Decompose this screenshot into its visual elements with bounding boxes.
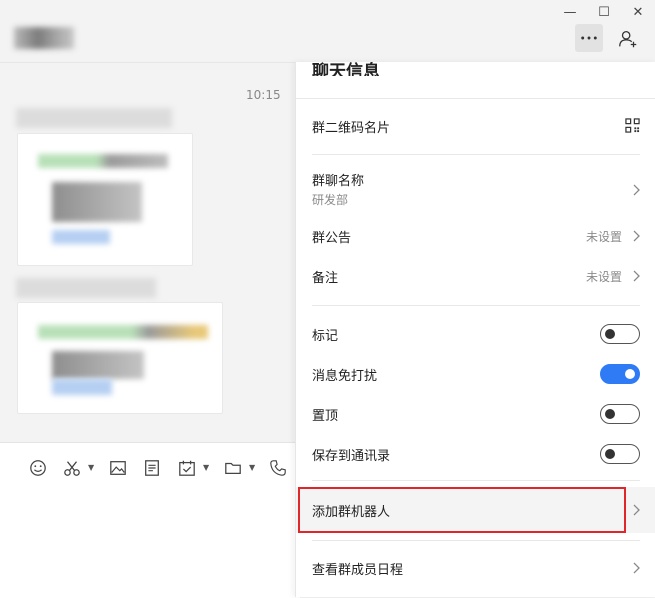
announcement-row[interactable]: 群公告 未设置	[296, 222, 655, 250]
qr-code-icon[interactable]	[625, 118, 640, 133]
mark-toggle[interactable]	[600, 324, 640, 344]
scissors-icon[interactable]	[61, 457, 83, 479]
chat-name-blurred	[14, 27, 76, 49]
toggle-row-mark: 标记	[296, 320, 655, 348]
toggle-row-pin: 置顶	[296, 400, 655, 428]
save-contacts-label: 保存到通讯录	[312, 448, 391, 464]
chevron-right-icon	[633, 504, 640, 516]
divider	[312, 480, 640, 481]
member-schedule-label: 查看群成员日程	[312, 562, 404, 578]
image-icon[interactable]	[107, 457, 129, 479]
mute-toggle[interactable]	[600, 364, 640, 384]
message-card[interactable]	[17, 133, 193, 266]
pin-label: 置顶	[312, 408, 339, 424]
maximize-button[interactable]: ☐	[587, 0, 621, 24]
remark-value: 未设置	[585, 269, 622, 284]
toggle-row-save-contacts: 保存到通讯录	[296, 440, 655, 468]
message-timestamp: 10:15	[246, 88, 281, 102]
remark-label: 备注	[312, 270, 339, 286]
folder-icon[interactable]	[222, 457, 244, 479]
minimize-button[interactable]: —	[553, 0, 587, 24]
divider	[296, 98, 655, 99]
add-group-robot-label: 添加群机器人	[312, 504, 391, 520]
group-qr-card-label: 群二维码名片	[312, 120, 391, 136]
member-schedule-row[interactable]: 查看群成员日程	[296, 554, 655, 582]
divider	[312, 540, 640, 541]
window-controls: — ☐ ✕	[553, 0, 655, 24]
announcement-value: 未设置	[585, 229, 622, 244]
chat-info-panel: 聊天信息 群二维码名片 群聊名称 研发部 群公告 未设置 备注 未设置 标记 消…	[295, 62, 655, 597]
calendar-check-icon[interactable]	[176, 457, 198, 479]
chevron-down-icon[interactable]: ▼	[88, 463, 94, 472]
chevron-right-icon	[633, 562, 640, 574]
save-contacts-toggle[interactable]	[600, 444, 640, 464]
header-divider	[0, 62, 295, 63]
message-card-2[interactable]	[17, 302, 223, 414]
group-name-value: 研发部	[312, 193, 349, 207]
toggle-row-mute: 消息免打扰	[296, 360, 655, 388]
add-group-robot-row[interactable]: 添加群机器人	[296, 487, 655, 533]
mute-label: 消息免打扰	[312, 368, 378, 384]
group-qr-card-row[interactable]: 群二维码名片	[296, 110, 655, 142]
divider	[312, 154, 640, 155]
phone-icon[interactable]	[267, 457, 289, 479]
divider	[312, 305, 640, 306]
group-name-label: 群聊名称	[312, 174, 365, 189]
mark-label: 标记	[312, 328, 339, 344]
add-member-button[interactable]	[615, 26, 641, 52]
chevron-right-icon	[633, 230, 640, 242]
message-composer[interactable]: ▼ ▼ ▼	[0, 442, 300, 598]
pin-toggle[interactable]	[600, 404, 640, 424]
document-icon[interactable]	[141, 457, 163, 479]
announcement-label: 群公告	[312, 230, 352, 246]
chevron-down-icon[interactable]: ▼	[249, 463, 255, 472]
group-name-row[interactable]: 群聊名称 研发部	[296, 166, 655, 212]
more-options-button[interactable]	[575, 24, 603, 52]
ellipsis-icon	[581, 36, 597, 40]
add-user-icon	[619, 31, 637, 48]
remark-row[interactable]: 备注 未设置	[296, 262, 655, 290]
chevron-down-icon[interactable]: ▼	[203, 463, 209, 472]
emoji-icon[interactable]	[27, 457, 49, 479]
close-button[interactable]: ✕	[621, 0, 655, 24]
panel-title: 聊天信息	[312, 62, 380, 76]
chevron-right-icon	[633, 184, 640, 196]
chevron-right-icon	[633, 270, 640, 282]
